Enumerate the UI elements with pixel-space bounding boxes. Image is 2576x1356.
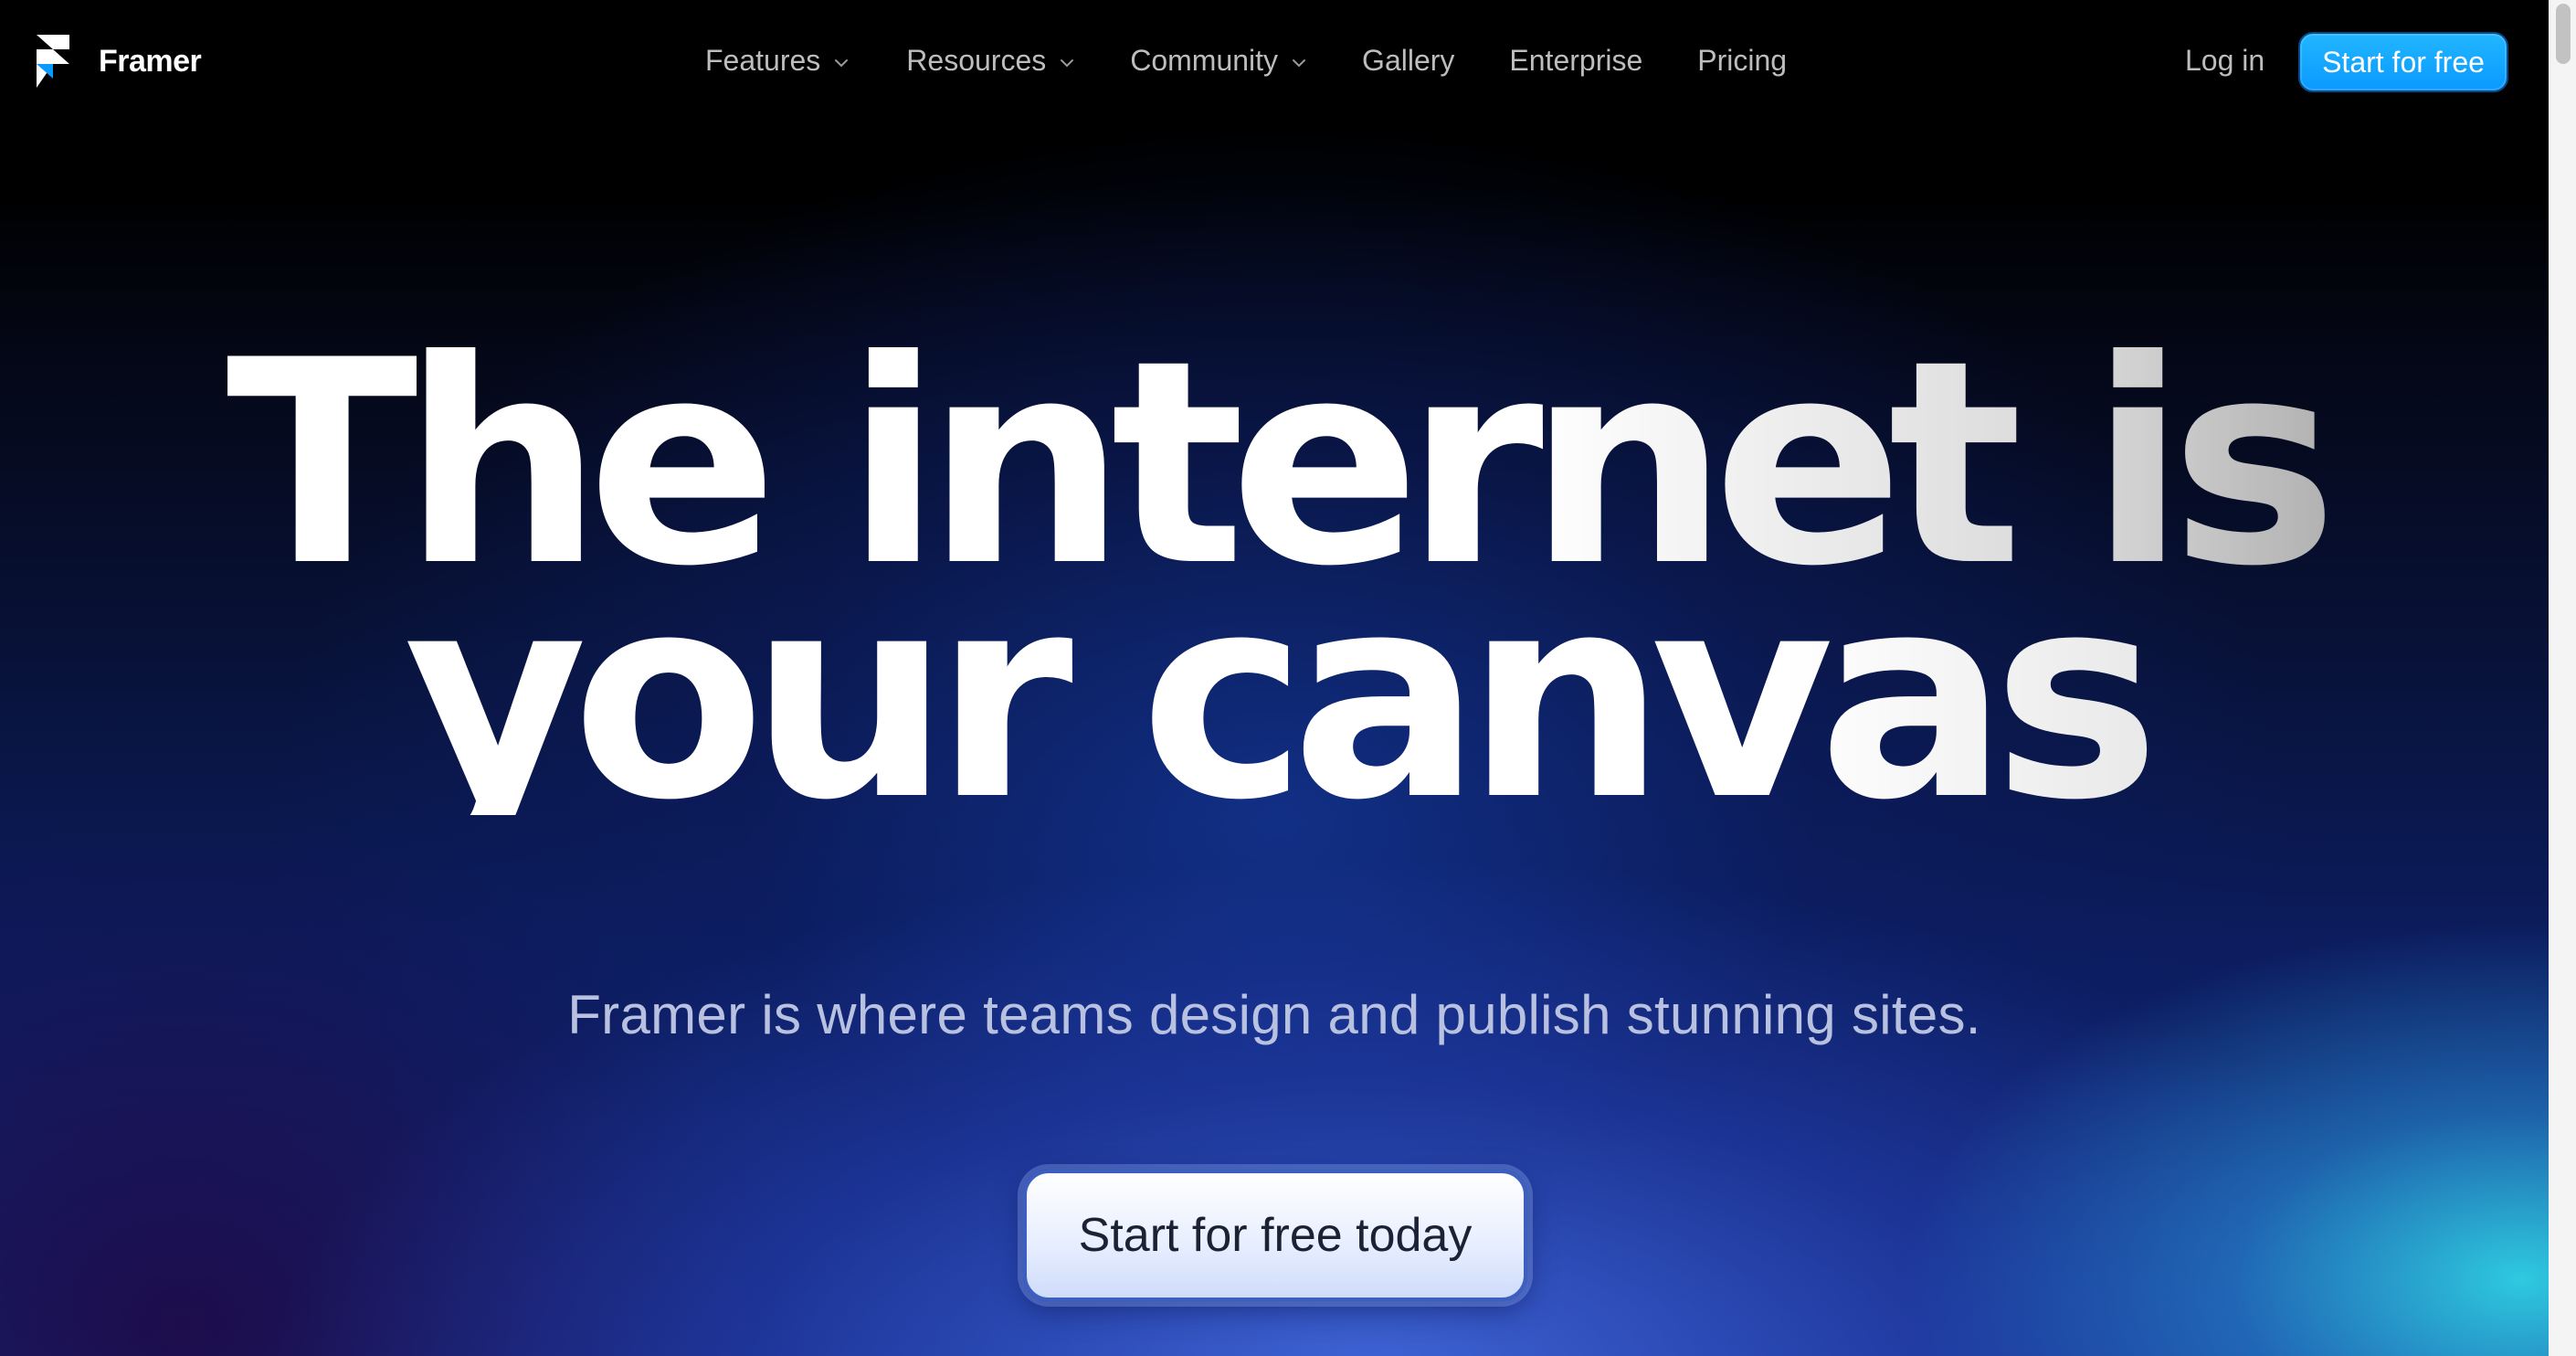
chevron-down-icon (1293, 58, 1306, 67)
nav-resources[interactable]: Resources (906, 44, 1075, 78)
scrollbar-thumb[interactable] (2556, 4, 2571, 64)
main-nav: Features Resources Community Gallery Ent… (705, 44, 1787, 78)
hero-subtitle: Framer is where teams design and publish… (567, 984, 1981, 1045)
brand-name: Framer (99, 43, 202, 79)
hero-title: The internet is your canvas (0, 323, 2549, 839)
nav-community[interactable]: Community (1130, 44, 1307, 78)
login-link[interactable]: Log in (2185, 44, 2265, 78)
nav-gallery-label: Gallery (1362, 44, 1455, 77)
nav-features-label: Features (705, 44, 821, 77)
start-for-free-button[interactable]: Start for free (2298, 32, 2508, 92)
top-navbar: Framer Features Resources Community Gall… (0, 0, 2549, 126)
nav-pricing-label: Pricing (1697, 44, 1788, 77)
nav-features[interactable]: Features (705, 44, 850, 78)
chevron-down-icon (1061, 58, 1074, 67)
nav-resources-label: Resources (906, 44, 1047, 77)
chevron-down-icon (835, 58, 849, 67)
nav-pricing[interactable]: Pricing (1697, 44, 1787, 78)
nav-enterprise-label: Enterprise (1509, 44, 1643, 77)
nav-community-label: Community (1130, 44, 1279, 77)
brand-logo-link[interactable]: Framer (35, 35, 202, 88)
nav-enterprise[interactable]: Enterprise (1509, 44, 1642, 78)
page: Framer Features Resources Community Gall… (0, 0, 2576, 1356)
nav-gallery[interactable]: Gallery (1362, 44, 1454, 78)
scrollbar[interactable] (2549, 0, 2576, 1356)
framer-logo-icon (37, 35, 69, 88)
start-for-free-today-button[interactable]: Start for free today (1023, 1170, 1527, 1301)
